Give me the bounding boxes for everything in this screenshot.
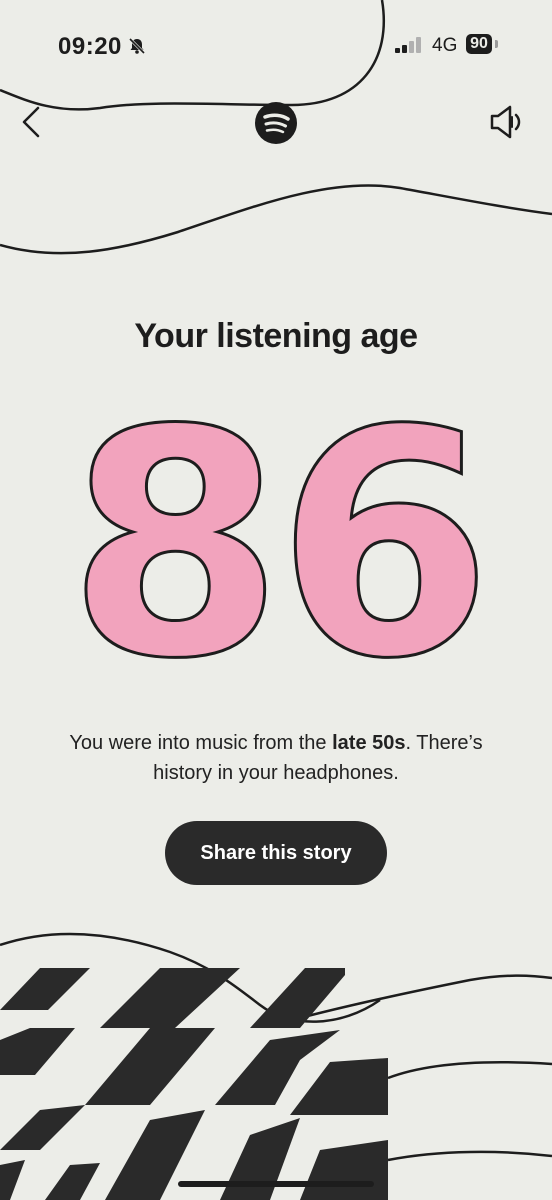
spotify-logo-icon bbox=[255, 102, 297, 144]
story-description: You were into music from the late 50s. T… bbox=[40, 728, 512, 788]
network-type: 4G bbox=[432, 35, 458, 56]
back-button[interactable] bbox=[14, 100, 50, 144]
status-time: 09:20 bbox=[58, 33, 122, 60]
story-title: Your listening age bbox=[134, 317, 418, 355]
home-indicator bbox=[178, 1181, 374, 1187]
battery-level: 90 bbox=[466, 34, 492, 54]
cellular-signal-icon bbox=[395, 37, 421, 53]
battery-tip bbox=[495, 40, 498, 48]
age-value: 86 bbox=[67, 405, 485, 675]
description-highlight: late 50s bbox=[332, 732, 406, 754]
share-story-button[interactable]: Share this story bbox=[165, 821, 387, 885]
listening-age-number: 86 bbox=[65, 405, 494, 675]
status-bar: 09:20 4G 90 bbox=[0, 0, 552, 90]
description-text-before: You were into music from the bbox=[69, 732, 333, 754]
bell-slash-icon bbox=[128, 37, 146, 55]
speaker-muted-icon[interactable] bbox=[486, 100, 530, 144]
